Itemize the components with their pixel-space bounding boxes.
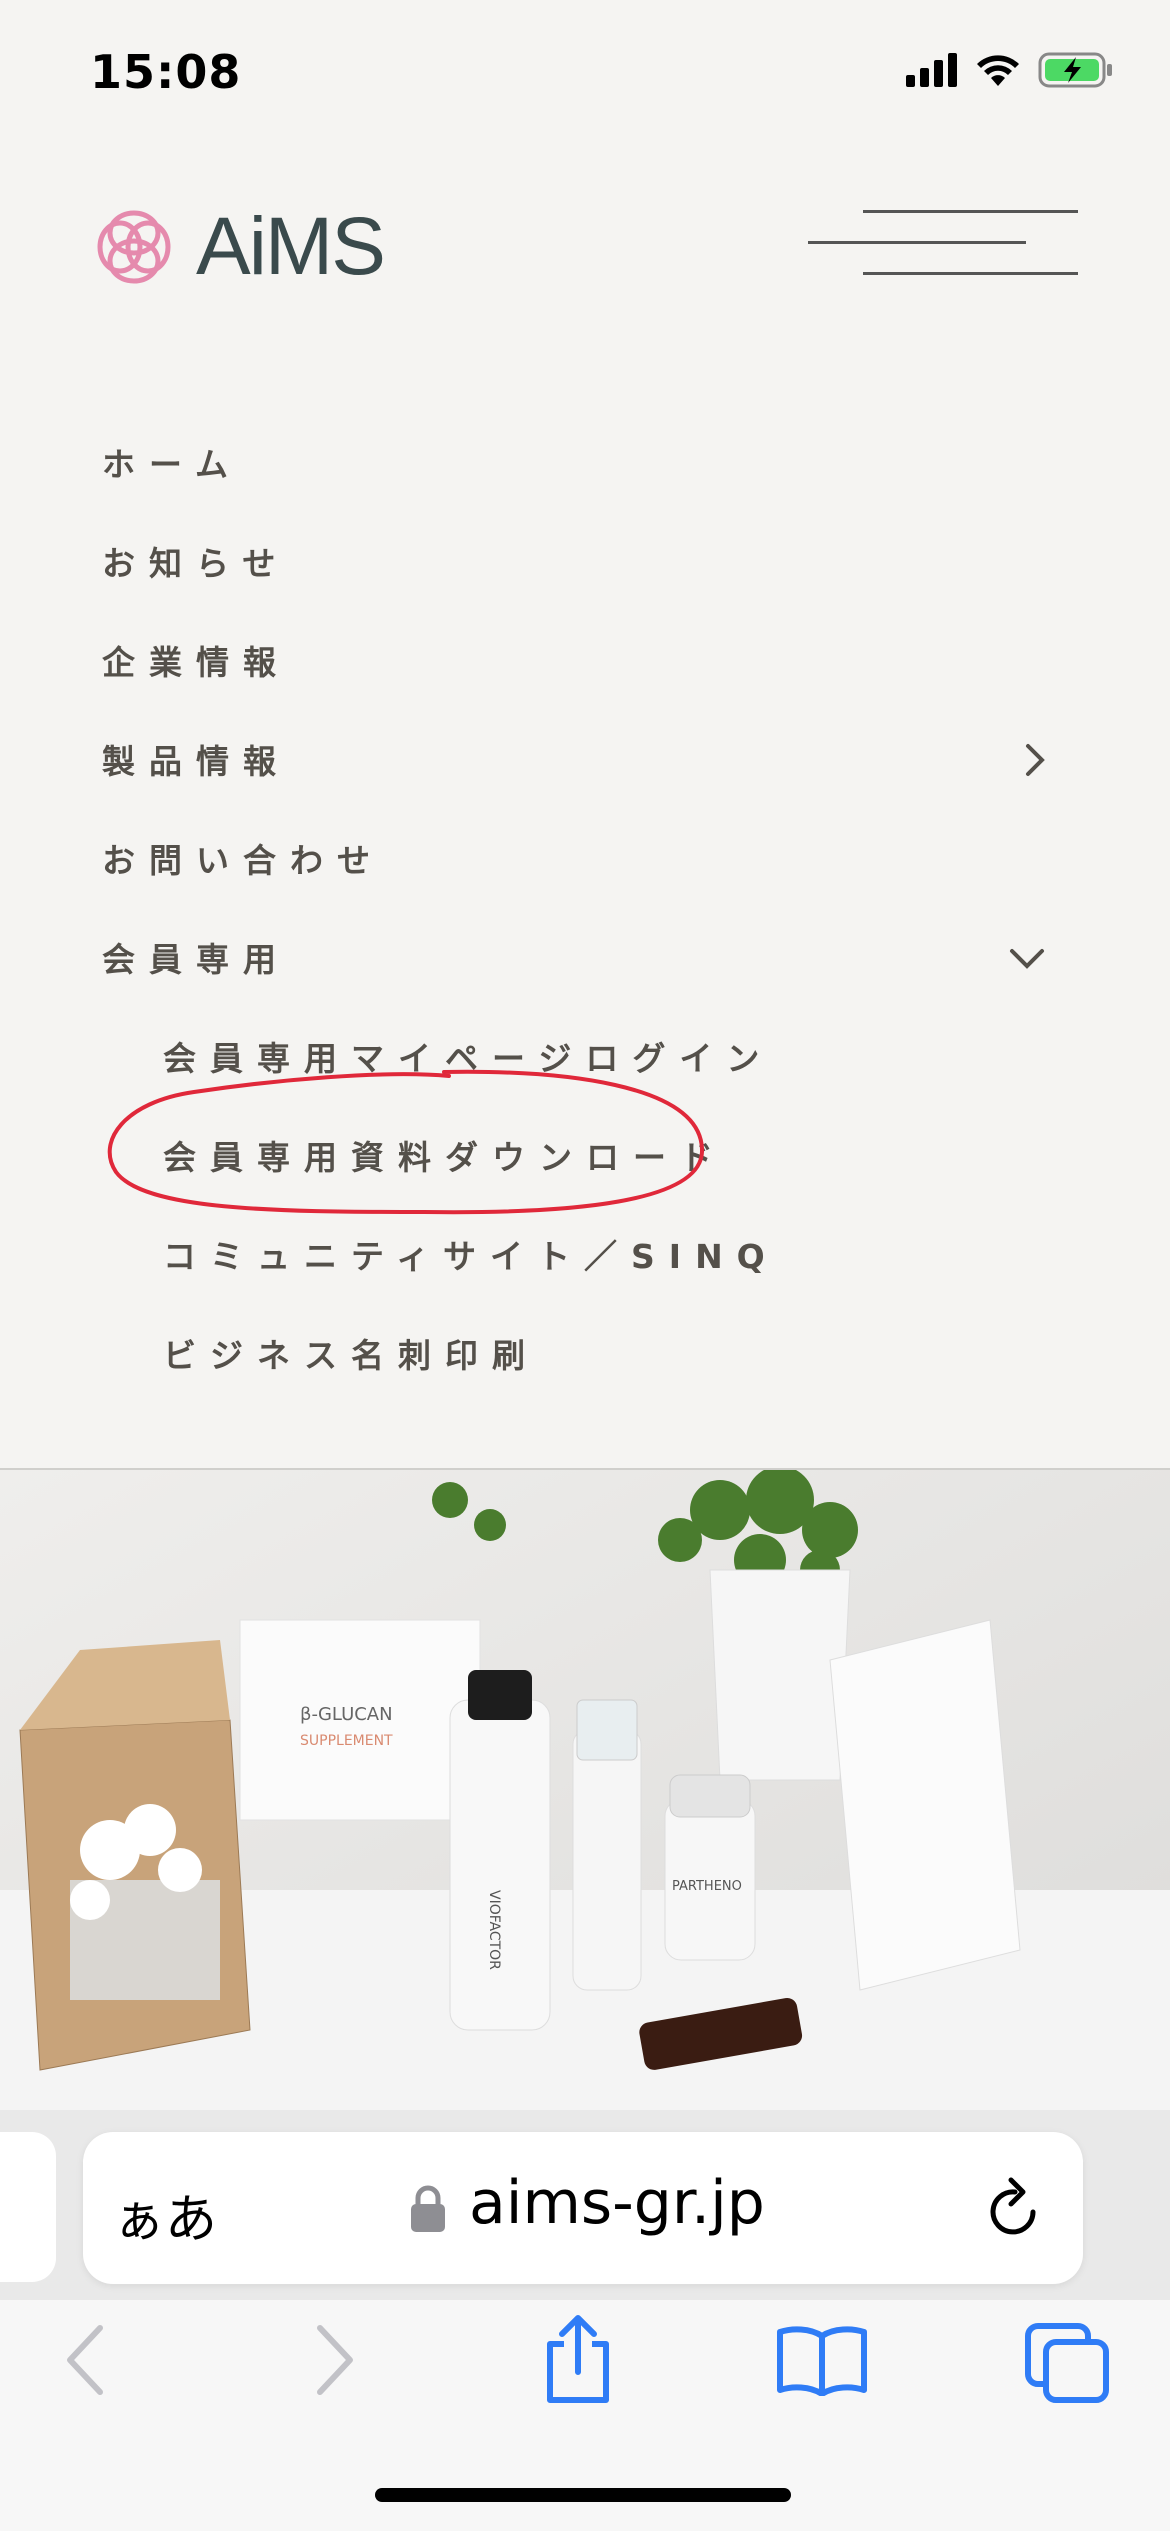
status-time: 15:08 [90,45,242,99]
red-circle-annotation [107,1069,705,1215]
url-text[interactable]: aims-gr.jp [469,2168,765,2238]
product-label-supplement: SUPPLEMENT [300,1733,393,1749]
home-indicator[interactable] [375,2488,791,2502]
share-icon[interactable] [540,2314,616,2404]
product-label-partheno: PARTHENO [672,1879,742,1894]
site-logo[interactable]: AiMS [88,200,386,294]
menu-item-products[interactable]: 製品情報 [102,735,290,783]
logo-text: AiMS [196,201,386,292]
menu-item-news[interactable]: お知らせ [102,537,289,585]
submenu-item-community-site[interactable]: コミュニティサイト／SINQ [163,1230,779,1278]
aims-logo-icon [97,210,171,284]
site-header: AiMS [0,160,1170,340]
product-photo: β-GLUCAN SUPPLEMENT VIOFACTOR PARTHENO [0,1470,1170,2110]
menu-item-home[interactable]: ホーム [102,438,242,486]
hero-product-image: β-GLUCAN SUPPLEMENT VIOFACTOR PARTHENO [0,1470,1170,2110]
lock-icon [411,2185,445,2232]
reload-icon[interactable] [983,2174,1047,2244]
chevron-down-icon[interactable] [1008,945,1046,971]
reader-settings-button[interactable]: ぁあ [113,2177,217,2252]
status-icons [906,52,1114,88]
status-bar: 15:08 [0,0,1170,140]
tabs-icon[interactable] [1024,2322,1110,2404]
chevron-right-icon[interactable] [1020,742,1050,778]
menu-item-company[interactable]: 企業情報 [102,636,290,684]
menu-toggle-button[interactable] [808,208,1078,278]
wifi-icon [977,55,1019,86]
menu-item-contact[interactable]: お問い合わせ [102,834,384,882]
menu-item-members[interactable]: 会員専用 [102,933,290,981]
address-bar[interactable]: ぁあ aims-gr.jp [83,2132,1083,2284]
back-icon[interactable] [60,2322,110,2398]
product-label-glucan: β-GLUCAN [300,1704,393,1725]
forward-icon[interactable] [310,2322,360,2398]
browser-address-area: ぁあ aims-gr.jp [0,2110,1170,2300]
signal-icon [906,53,957,87]
previous-tab-preview[interactable] [0,2132,56,2282]
battery-charging-icon [1038,52,1112,88]
submenu-item-business-card[interactable]: ビジネス名刺印刷 [163,1329,539,1377]
bookmarks-icon[interactable] [776,2324,868,2396]
product-label-viofactor: VIOFACTOR [486,1890,502,1970]
